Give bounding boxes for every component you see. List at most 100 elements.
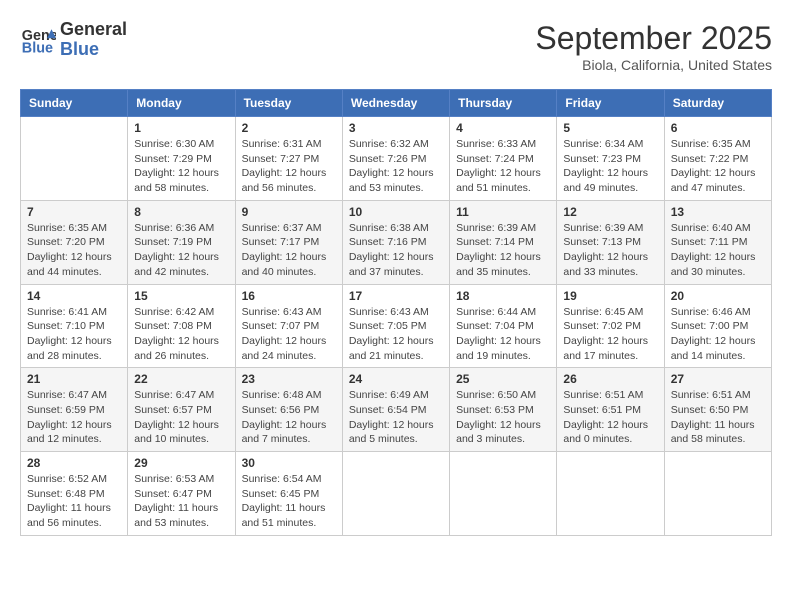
calendar-cell: 5 Sunrise: 6:34 AM Sunset: 7:23 PM Daylig… xyxy=(557,117,664,201)
weekday-header-wednesday: Wednesday xyxy=(342,90,449,117)
day-info: Sunrise: 6:50 AM Sunset: 6:53 PM Dayligh… xyxy=(456,388,550,447)
day-info: Sunrise: 6:42 AM Sunset: 7:08 PM Dayligh… xyxy=(134,305,228,364)
calendar-cell: 27Sunrise: 6:51 AM Sunset: 6:50 PM Dayli… xyxy=(664,368,771,452)
day-info: Sunrise: 6:30 AM Sunset: 7:29 PM Dayligh… xyxy=(134,137,228,196)
day-number: 30 xyxy=(242,456,336,470)
day-info: Sunrise: 6:41 AM Sunset: 7:10 PM Dayligh… xyxy=(27,305,121,364)
month-title: September 2025 xyxy=(535,20,772,57)
day-number: 21 xyxy=(27,372,121,386)
week-row-1: 7 Sunrise: 6:35 AM Sunset: 7:20 PM Daylig… xyxy=(21,200,772,284)
logo-icon: General Blue xyxy=(20,22,56,58)
day-number: 15 xyxy=(134,289,228,303)
day-info: Sunrise: 6:46 AM Sunset: 7:00 PM Dayligh… xyxy=(671,305,765,364)
weekday-header-sunday: Sunday xyxy=(21,90,128,117)
day-number: 28 xyxy=(27,456,121,470)
day-info: Sunrise: 6:34 AM Sunset: 7:23 PM Dayligh… xyxy=(563,137,657,196)
day-info: Sunrise: 6:47 AM Sunset: 6:57 PM Dayligh… xyxy=(134,388,228,447)
day-info: Sunrise: 6:31 AM Sunset: 7:27 PM Dayligh… xyxy=(242,137,336,196)
day-number: 4 xyxy=(456,121,550,135)
day-info: Sunrise: 6:32 AM Sunset: 7:26 PM Dayligh… xyxy=(349,137,443,196)
day-info: Sunrise: 6:35 AM Sunset: 7:20 PM Dayligh… xyxy=(27,221,121,280)
calendar-cell: 28 Sunrise: 6:52 AM Sunset: 6:48 PM Dayli… xyxy=(21,452,128,536)
page-header: General Blue General Blue September 2025… xyxy=(20,20,772,73)
day-info: Sunrise: 6:52 AM Sunset: 6:48 PM Dayligh… xyxy=(27,472,121,531)
day-number: 6 xyxy=(671,121,765,135)
calendar-cell: 23 Sunrise: 6:48 AM Sunset: 6:56 PM Dayli… xyxy=(235,368,342,452)
calendar-cell: 30 Sunrise: 6:54 AM Sunset: 6:45 PM Dayli… xyxy=(235,452,342,536)
day-info: Sunrise: 6:35 AM Sunset: 7:22 PM Dayligh… xyxy=(671,137,765,196)
calendar-cell: 3 Sunrise: 6:32 AM Sunset: 7:26 PM Daylig… xyxy=(342,117,449,201)
day-number: 18 xyxy=(456,289,550,303)
day-info: Sunrise: 6:48 AM Sunset: 6:56 PM Dayligh… xyxy=(242,388,336,447)
calendar-cell: 16Sunrise: 6:43 AM Sunset: 7:07 PM Dayli… xyxy=(235,284,342,368)
day-number: 25 xyxy=(456,372,550,386)
day-number: 17 xyxy=(349,289,443,303)
calendar-cell: 10 Sunrise: 6:38 AM Sunset: 7:16 PM Dayli… xyxy=(342,200,449,284)
day-number: 14 xyxy=(27,289,121,303)
calendar-cell: 29Sunrise: 6:53 AM Sunset: 6:47 PM Dayli… xyxy=(128,452,235,536)
calendar-cell xyxy=(450,452,557,536)
day-number: 20 xyxy=(671,289,765,303)
calendar-cell: 1 Sunrise: 6:30 AM Sunset: 7:29 PM Daylig… xyxy=(128,117,235,201)
calendar-cell: 18 Sunrise: 6:44 AM Sunset: 7:04 PM Dayli… xyxy=(450,284,557,368)
day-number: 27 xyxy=(671,372,765,386)
weekday-header-friday: Friday xyxy=(557,90,664,117)
day-number: 22 xyxy=(134,372,228,386)
svg-text:Blue: Blue xyxy=(22,40,53,56)
title-block: September 2025 Biola, California, United… xyxy=(535,20,772,73)
calendar-table: SundayMondayTuesdayWednesdayThursdayFrid… xyxy=(20,89,772,536)
day-number: 8 xyxy=(134,205,228,219)
calendar-cell xyxy=(21,117,128,201)
day-number: 29 xyxy=(134,456,228,470)
day-number: 13 xyxy=(671,205,765,219)
week-row-3: 21 Sunrise: 6:47 AM Sunset: 6:59 PM Dayli… xyxy=(21,368,772,452)
weekday-header-thursday: Thursday xyxy=(450,90,557,117)
calendar-cell: 17 Sunrise: 6:43 AM Sunset: 7:05 PM Dayli… xyxy=(342,284,449,368)
calendar-cell: 6 Sunrise: 6:35 AM Sunset: 7:22 PM Daylig… xyxy=(664,117,771,201)
week-row-2: 14 Sunrise: 6:41 AM Sunset: 7:10 PM Dayli… xyxy=(21,284,772,368)
calendar-cell: 13 Sunrise: 6:40 AM Sunset: 7:11 PM Dayli… xyxy=(664,200,771,284)
day-number: 23 xyxy=(242,372,336,386)
day-info: Sunrise: 6:37 AM Sunset: 7:17 PM Dayligh… xyxy=(242,221,336,280)
day-info: Sunrise: 6:54 AM Sunset: 6:45 PM Dayligh… xyxy=(242,472,336,531)
day-number: 7 xyxy=(27,205,121,219)
location: Biola, California, United States xyxy=(535,57,772,73)
calendar-cell xyxy=(342,452,449,536)
day-number: 1 xyxy=(134,121,228,135)
logo: General Blue General Blue xyxy=(20,20,127,60)
day-number: 3 xyxy=(349,121,443,135)
week-row-0: 1 Sunrise: 6:30 AM Sunset: 7:29 PM Daylig… xyxy=(21,117,772,201)
day-number: 24 xyxy=(349,372,443,386)
day-info: Sunrise: 6:51 AM Sunset: 6:51 PM Dayligh… xyxy=(563,388,657,447)
calendar-cell: 21 Sunrise: 6:47 AM Sunset: 6:59 PM Dayli… xyxy=(21,368,128,452)
day-number: 5 xyxy=(563,121,657,135)
calendar-cell: 12Sunrise: 6:39 AM Sunset: 7:13 PM Dayli… xyxy=(557,200,664,284)
day-info: Sunrise: 6:38 AM Sunset: 7:16 PM Dayligh… xyxy=(349,221,443,280)
day-info: Sunrise: 6:44 AM Sunset: 7:04 PM Dayligh… xyxy=(456,305,550,364)
weekday-header-tuesday: Tuesday xyxy=(235,90,342,117)
day-number: 10 xyxy=(349,205,443,219)
day-info: Sunrise: 6:49 AM Sunset: 6:54 PM Dayligh… xyxy=(349,388,443,447)
calendar-cell: 24 Sunrise: 6:49 AM Sunset: 6:54 PM Dayli… xyxy=(342,368,449,452)
calendar-cell: 7 Sunrise: 6:35 AM Sunset: 7:20 PM Daylig… xyxy=(21,200,128,284)
calendar-cell: 8Sunrise: 6:36 AM Sunset: 7:19 PM Daylig… xyxy=(128,200,235,284)
calendar-cell: 14 Sunrise: 6:41 AM Sunset: 7:10 PM Dayli… xyxy=(21,284,128,368)
calendar-cell: 25 Sunrise: 6:50 AM Sunset: 6:53 PM Dayli… xyxy=(450,368,557,452)
calendar-cell: 4Sunrise: 6:33 AM Sunset: 7:24 PM Daylig… xyxy=(450,117,557,201)
day-number: 16 xyxy=(242,289,336,303)
weekday-header-saturday: Saturday xyxy=(664,90,771,117)
day-info: Sunrise: 6:43 AM Sunset: 7:05 PM Dayligh… xyxy=(349,305,443,364)
logo-line1: General xyxy=(60,19,127,39)
day-number: 19 xyxy=(563,289,657,303)
calendar-cell: 26 Sunrise: 6:51 AM Sunset: 6:51 PM Dayli… xyxy=(557,368,664,452)
calendar-cell xyxy=(664,452,771,536)
calendar-cell: 20 Sunrise: 6:46 AM Sunset: 7:00 PM Dayli… xyxy=(664,284,771,368)
day-info: Sunrise: 6:47 AM Sunset: 6:59 PM Dayligh… xyxy=(27,388,121,447)
day-number: 11 xyxy=(456,205,550,219)
day-number: 9 xyxy=(242,205,336,219)
day-info: Sunrise: 6:39 AM Sunset: 7:14 PM Dayligh… xyxy=(456,221,550,280)
day-number: 26 xyxy=(563,372,657,386)
day-number: 2 xyxy=(242,121,336,135)
day-number: 12 xyxy=(563,205,657,219)
day-info: Sunrise: 6:40 AM Sunset: 7:11 PM Dayligh… xyxy=(671,221,765,280)
